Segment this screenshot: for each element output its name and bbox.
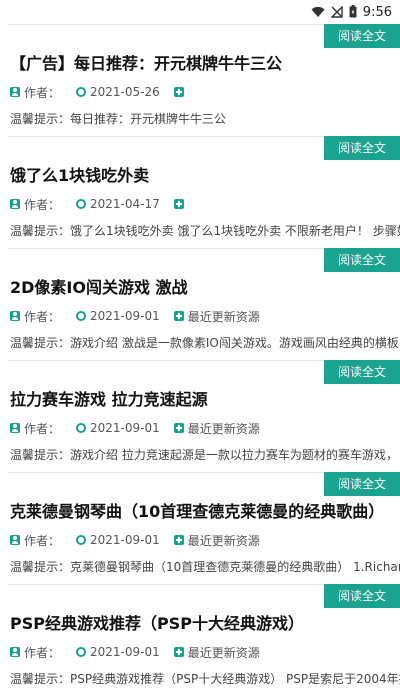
read-full-button[interactable]: 阅读全文	[324, 360, 400, 384]
article-card[interactable]: 阅读全文 PSP经典游戏推荐（PSP十大经典游戏） 作者： 2021-09-01…	[0, 584, 400, 696]
no-signal-icon	[330, 3, 343, 22]
author-icon	[10, 87, 20, 97]
wifi-icon	[311, 3, 325, 22]
article-card[interactable]: 阅读全文 克莱德曼钢琴曲（10首理查德克莱德曼的经典歌曲） 作者： 2021-0…	[0, 472, 400, 584]
author-icon	[10, 647, 20, 657]
article-title[interactable]: 饿了么1块钱吃外卖	[10, 162, 392, 186]
plus-icon	[173, 423, 184, 433]
author-icon	[10, 535, 20, 545]
article-title[interactable]: 拉力赛车游戏 拉力竞速起源	[10, 386, 392, 410]
article-card[interactable]: 阅读全文 2D像素IO闯关游戏 激战 作者： 2021-09-01 最近更新资源…	[0, 248, 400, 360]
author-label: 作者：	[24, 197, 61, 212]
article-tip: 温馨提示：克莱德曼钢琴曲（10首理查德克莱德曼的经典歌曲） 1.Richard	[10, 558, 400, 575]
clock-icon	[76, 647, 87, 657]
article-card[interactable]: 阅读全文 饿了么1块钱吃外卖 作者： 2021-04-17 温馨提示：饿了么1块…	[0, 136, 400, 248]
plus-icon	[173, 647, 184, 657]
tip-text: PSP经典游戏推荐（PSP十大经典游戏） PSP是索尼于2004年推	[70, 672, 400, 686]
plus-icon	[173, 311, 184, 321]
article-tip: 温馨提示：游戏介绍 拉力竞速起源是一款以拉力赛车为题材的赛车游戏，	[10, 446, 400, 463]
article-tag: 最近更新资源	[187, 421, 260, 436]
tip-label: 温馨提示：	[10, 560, 71, 574]
clock-icon	[76, 311, 87, 321]
article-meta: 作者： 2021-05-26	[10, 84, 188, 100]
clock-icon	[76, 535, 87, 545]
article-tip: 温馨提示：饿了么1块钱吃外卖 饿了么1块钱吃外卖 不限新老用户！ 步骤如	[10, 222, 400, 239]
author-icon	[10, 199, 20, 209]
article-title[interactable]: PSP经典游戏推荐（PSP十大经典游戏）	[10, 610, 392, 634]
read-full-button[interactable]: 阅读全文	[324, 24, 400, 48]
author-label: 作者：	[24, 85, 61, 100]
author-label: 作者：	[24, 421, 61, 436]
author-label: 作者：	[24, 309, 61, 324]
article-meta: 作者： 2021-09-01 最近更新资源	[10, 420, 260, 436]
status-icons: 9:56	[311, 3, 392, 22]
article-meta: 作者： 2021-09-01 最近更新资源	[10, 308, 260, 324]
article-title[interactable]: 克莱德曼钢琴曲（10首理查德克莱德曼的经典歌曲）	[10, 498, 392, 522]
tip-text: 每日推荐：开元棋牌牛牛三公	[70, 112, 227, 126]
tip-label: 温馨提示：	[10, 336, 71, 350]
article-title[interactable]: 【广告】每日推荐：开元棋牌牛牛三公	[10, 50, 392, 74]
tip-text: 饿了么1块钱吃外卖 饿了么1块钱吃外卖 不限新老用户！ 步骤如	[70, 224, 400, 238]
article-card[interactable]: 阅读全文 【广告】每日推荐：开元棋牌牛牛三公 作者： 2021-05-26 温馨…	[0, 24, 400, 136]
battery-icon	[349, 3, 357, 22]
article-date: 2021-09-01	[90, 533, 160, 547]
article-card[interactable]: 阅读全文 拉力赛车游戏 拉力竞速起源 作者： 2021-09-01 最近更新资源…	[0, 360, 400, 472]
article-tip: 温馨提示：PSP经典游戏推荐（PSP十大经典游戏） PSP是索尼于2004年推	[10, 670, 400, 687]
article-tip: 温馨提示：每日推荐：开元棋牌牛牛三公	[10, 110, 400, 127]
author-label: 作者：	[24, 645, 61, 660]
article-date: 2021-09-01	[90, 421, 160, 435]
author-icon	[10, 311, 20, 321]
status-bar: 9:56	[0, 0, 400, 24]
article-tag: 最近更新资源	[187, 533, 260, 548]
article-meta: 作者： 2021-09-01 最近更新资源	[10, 644, 260, 660]
tip-text: 游戏介绍 拉力竞速起源是一款以拉力赛车为题材的赛车游戏，	[70, 448, 398, 462]
article-title[interactable]: 2D像素IO闯关游戏 激战	[10, 274, 392, 298]
article-meta: 作者： 2021-09-01 最近更新资源	[10, 532, 260, 548]
article-tag: 最近更新资源	[187, 645, 260, 660]
clock-icon	[76, 199, 87, 209]
clock-icon	[76, 423, 87, 433]
plus-icon	[173, 535, 184, 545]
author-label: 作者：	[24, 533, 61, 548]
plus-icon	[173, 199, 184, 209]
tip-label: 温馨提示：	[10, 448, 71, 462]
clock-icon	[76, 87, 87, 97]
tip-label: 温馨提示：	[10, 672, 71, 686]
article-date: 2021-09-01	[90, 645, 160, 659]
plus-icon	[173, 87, 184, 97]
read-full-button[interactable]: 阅读全文	[324, 136, 400, 160]
author-icon	[10, 423, 20, 433]
article-meta: 作者： 2021-04-17	[10, 196, 188, 212]
tip-text: 克莱德曼钢琴曲（10首理查德克莱德曼的经典歌曲） 1.Richard	[70, 560, 400, 574]
read-full-button[interactable]: 阅读全文	[324, 472, 400, 496]
article-date: 2021-05-26	[90, 85, 160, 99]
read-full-button[interactable]: 阅读全文	[324, 248, 400, 272]
article-date: 2021-09-01	[90, 309, 160, 323]
article-date: 2021-04-17	[90, 197, 160, 211]
read-full-button[interactable]: 阅读全文	[324, 584, 400, 608]
tip-label: 温馨提示：	[10, 224, 71, 238]
tip-text: 游戏介绍 激战是一款像素IO闯关游戏。游戏画风由经典的横板	[70, 336, 399, 350]
article-tag: 最近更新资源	[187, 309, 260, 324]
status-time: 9:56	[362, 5, 392, 20]
tip-label: 温馨提示：	[10, 112, 71, 126]
article-tip: 温馨提示：游戏介绍 激战是一款像素IO闯关游戏。游戏画风由经典的横板	[10, 334, 400, 351]
